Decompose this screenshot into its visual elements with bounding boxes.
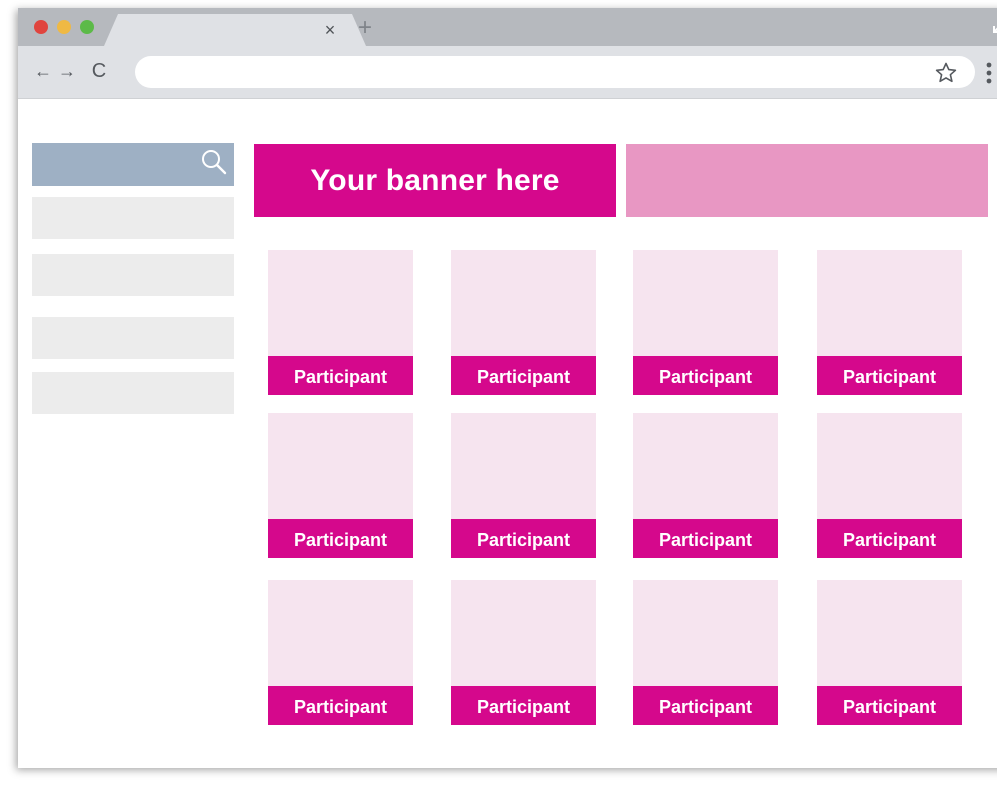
tab-bar: × + xyxy=(18,8,997,46)
participant-label: Participant xyxy=(633,686,778,725)
banner-secondary[interactable] xyxy=(626,144,988,217)
sidebar-item[interactable] xyxy=(32,372,234,414)
close-window-icon[interactable] xyxy=(34,20,48,34)
sidebar-item[interactable] xyxy=(32,317,234,359)
participant-label: Participant xyxy=(451,356,596,395)
participant-card[interactable]: Participant xyxy=(817,580,962,725)
reload-icon[interactable]: C xyxy=(88,60,110,82)
participant-card[interactable]: Participant xyxy=(268,580,413,725)
back-arrow-icon[interactable]: ← xyxy=(32,60,54,82)
participant-card[interactable]: Participant xyxy=(268,413,413,558)
search-icon[interactable] xyxy=(200,148,228,176)
kebab-menu-icon[interactable] xyxy=(984,62,994,84)
participant-label: Participant xyxy=(268,356,413,395)
tab-close-icon[interactable]: × xyxy=(318,18,342,42)
participant-label: Participant xyxy=(268,686,413,725)
browser-toolbar: ← → C xyxy=(18,46,997,99)
participant-card[interactable]: Participant xyxy=(451,413,596,558)
participant-label: Participant xyxy=(633,519,778,558)
participant-card[interactable]: Participant xyxy=(268,250,413,395)
participant-label: Participant xyxy=(451,519,596,558)
zoom-window-icon[interactable] xyxy=(80,20,94,34)
participant-card[interactable]: Participant xyxy=(633,413,778,558)
sidebar-item[interactable] xyxy=(32,197,234,239)
browser-window: × + ← → C Your banner here Participant P… xyxy=(18,8,997,768)
sidebar-item[interactable] xyxy=(32,254,234,296)
new-tab-icon[interactable]: + xyxy=(353,16,377,40)
address-bar[interactable] xyxy=(135,56,975,88)
forward-arrow-icon[interactable]: → xyxy=(56,60,78,82)
participant-label: Participant xyxy=(817,686,962,725)
participant-card[interactable]: Participant xyxy=(451,580,596,725)
participant-card[interactable]: Participant xyxy=(817,250,962,395)
participant-card[interactable]: Participant xyxy=(633,250,778,395)
participant-card[interactable]: Participant xyxy=(451,250,596,395)
banner-primary[interactable]: Your banner here xyxy=(254,144,616,217)
participant-label: Participant xyxy=(268,519,413,558)
participant-label: Participant xyxy=(817,519,962,558)
bookmark-star-icon[interactable] xyxy=(934,61,958,85)
page-content: Your banner here Participant Participant… xyxy=(18,99,997,799)
participant-label: Participant xyxy=(451,686,596,725)
participant-label: Participant xyxy=(817,356,962,395)
resize-icon[interactable] xyxy=(992,16,997,34)
participant-card[interactable]: Participant xyxy=(633,580,778,725)
minimize-window-icon[interactable] xyxy=(57,20,71,34)
participant-label: Participant xyxy=(633,356,778,395)
participant-card[interactable]: Participant xyxy=(817,413,962,558)
